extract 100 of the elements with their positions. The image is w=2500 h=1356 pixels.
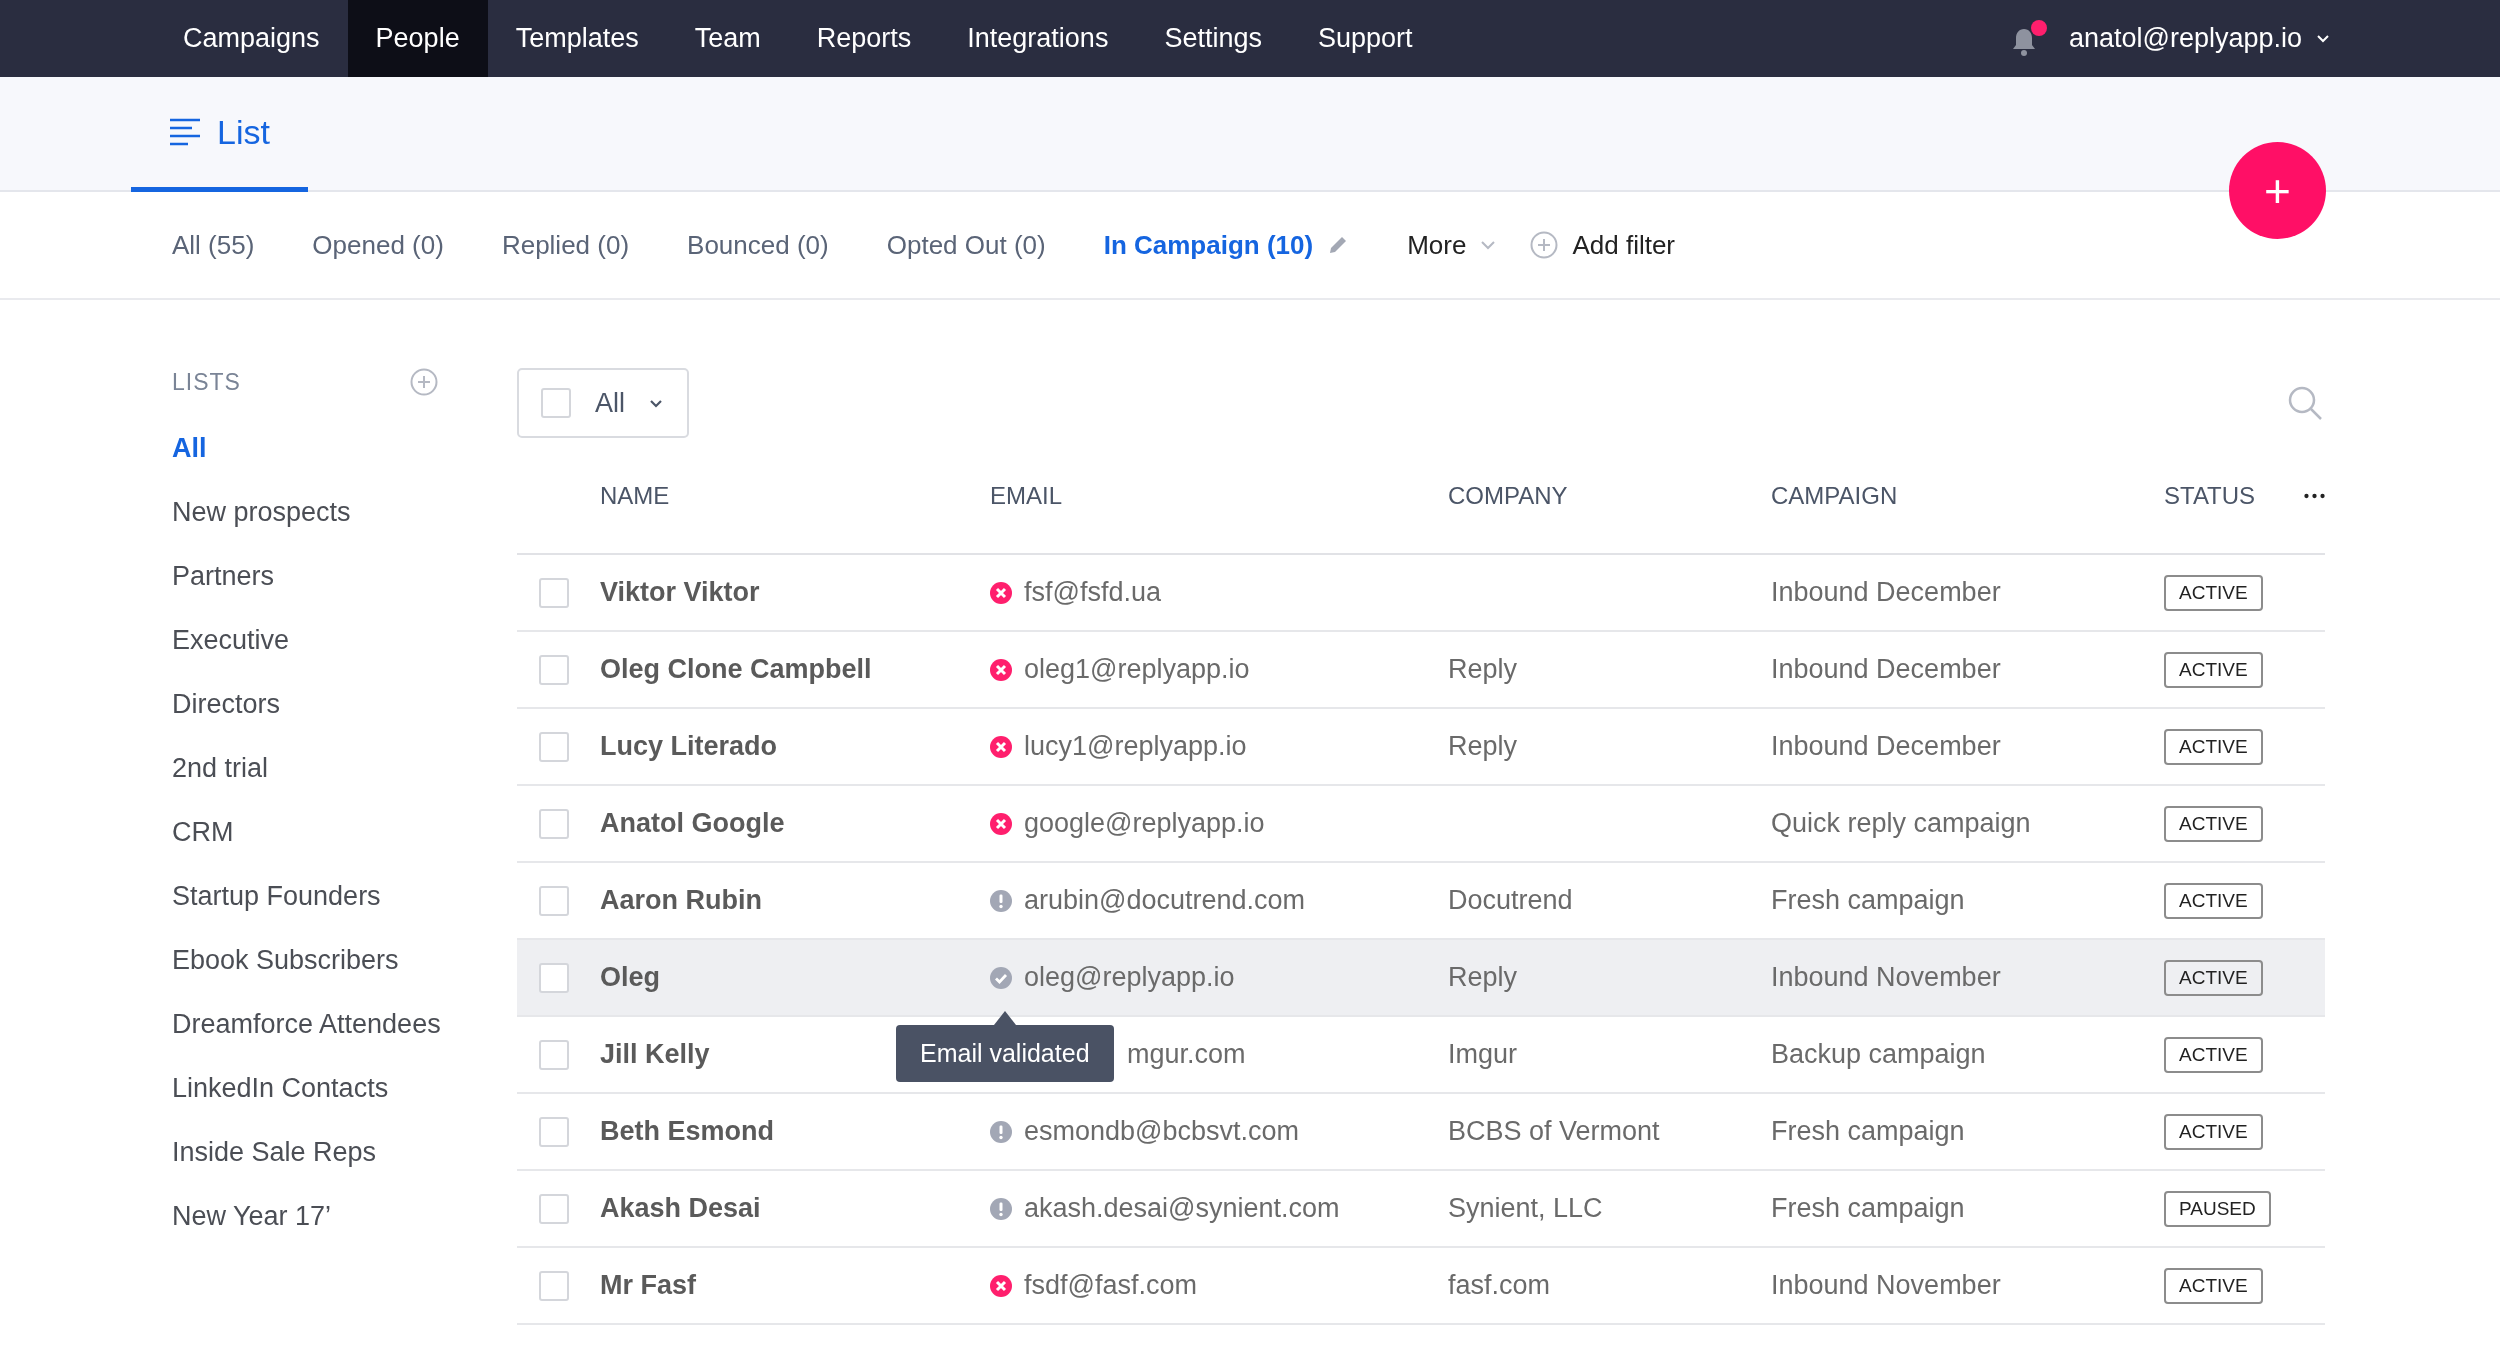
add-filter-button[interactable]: Add filter (1530, 229, 1676, 261)
checkbox[interactable] (539, 1193, 569, 1224)
filter-tab[interactable]: Opened (0) (312, 229, 444, 261)
company-text: fasf.com (1448, 1270, 1551, 1301)
tooltip-arrow (993, 1011, 1016, 1025)
person-name[interactable]: Akash Desai (600, 1193, 761, 1224)
nav-item[interactable]: Campaigns (155, 0, 348, 77)
company-text: Imgur (1448, 1039, 1518, 1070)
campaign-text: Inbound November (1771, 962, 2001, 993)
person-name[interactable]: Viktor Viktor (600, 577, 760, 608)
email-text: oleg1@replyapp.io (1024, 654, 1250, 685)
error-icon (990, 581, 1012, 604)
checkbox[interactable] (539, 1116, 569, 1147)
campaign-text: Inbound November (1771, 1270, 2001, 1301)
table-row[interactable]: Lucy Literado lucy1@replyapp.io Reply Inbound December ACTIVE (517, 709, 2325, 786)
list-view-tab[interactable]: List (131, 77, 308, 192)
filter-tab[interactable]: Replied (0) (501, 229, 630, 261)
filter-tab[interactable]: In Campaign (10) (1103, 229, 1350, 261)
sidebar-item[interactable]: Dreamforce Attendees (172, 992, 441, 1056)
sidebar-item[interactable]: New prospects (172, 480, 351, 544)
campaign-text: Quick reply campaign (1771, 808, 2031, 839)
sidebar-item[interactable]: 2nd trial (172, 736, 269, 800)
status-badge: ACTIVE (2164, 1036, 2263, 1073)
table-row[interactable]: Beth Esmond esmondb@bcbsvt.com BCBS of Vermont Fresh campaign ACTIVE (517, 1094, 2325, 1171)
sidebar-item[interactable]: Directors (172, 672, 280, 736)
filter-tab[interactable]: Opted Out (0) (886, 229, 1046, 261)
column-header[interactable]: COMPANY (1448, 481, 1568, 510)
select-all-dropdown[interactable]: All (517, 368, 689, 438)
status-badge: ACTIVE (2164, 1113, 2263, 1150)
sidebar-item[interactable]: Ebook Subscribers (172, 928, 399, 992)
table-row[interactable]: Mr Fasf fsdf@fasf.com fasf.com Inbound November ACTIVE (517, 1248, 2325, 1325)
filter-tab[interactable]: Bounced (0) (687, 229, 829, 261)
column-header[interactable]: STATUS (2164, 481, 2256, 510)
checkbox[interactable] (539, 885, 569, 916)
plus-circle-icon[interactable] (410, 368, 438, 396)
email-text: fsf@fsfd.ua (1024, 577, 1161, 608)
warning-icon (990, 889, 1012, 912)
nav-item[interactable]: Team (666, 0, 789, 77)
search-icon[interactable] (2287, 385, 2323, 421)
checkbox[interactable] (539, 962, 569, 993)
person-name[interactable]: Beth Esmond (600, 1116, 774, 1147)
person-name[interactable]: Oleg (600, 962, 660, 993)
column-header[interactable]: CAMPAIGN (1771, 481, 1898, 510)
error-icon (990, 735, 1012, 758)
table-row[interactable]: Oleg oleg@replyapp.io Reply Inbound November ACTIVE (517, 940, 2325, 1017)
checkbox[interactable] (539, 808, 569, 839)
person-name[interactable]: Anatol Google (600, 808, 785, 839)
company-text: Synient, LLC (1448, 1193, 1603, 1224)
caret-icon (1480, 240, 1497, 250)
status-badge: ACTIVE (2164, 959, 2263, 996)
user-menu[interactable]: anatol@replyapp.io (2068, 23, 2330, 54)
checkbox[interactable] (541, 388, 571, 418)
table-row[interactable]: Oleg Clone Campbell oleg1@replyapp.io Reply Inbound December ACTIVE (517, 632, 2325, 709)
checkbox[interactable] (539, 1039, 569, 1070)
sidebar-item[interactable]: CRM (172, 800, 234, 864)
sidebar-item[interactable]: All (172, 416, 207, 480)
email-text: mgur.com (1127, 1039, 1246, 1070)
sidebar-item[interactable]: Inside Sale Reps (172, 1120, 377, 1184)
column-header[interactable]: NAME (600, 481, 670, 510)
email-text: fsdf@fasf.com (1024, 1270, 1197, 1301)
table-row[interactable]: Akash Desai akash.desai@synient.com Synient, LLC Fresh campaign PAUSED (517, 1171, 2325, 1248)
status-badge: ACTIVE (2164, 574, 2263, 611)
error-icon (990, 658, 1012, 681)
more-icon[interactable] (2304, 491, 2325, 500)
nav-item[interactable]: Reports (788, 0, 940, 77)
person-name[interactable]: Lucy Literado (600, 731, 778, 762)
status-badge: ACTIVE (2164, 651, 2263, 688)
company-text: Reply (1448, 962, 1518, 993)
campaign-text: Fresh campaign (1771, 1116, 1965, 1147)
table-row[interactable]: Viktor Viktor fsf@fsfd.ua Inbound December ACTIVE (517, 555, 2325, 632)
sidebar-item[interactable]: Startup Founders (172, 864, 381, 928)
person-name[interactable]: Mr Fasf (600, 1270, 697, 1301)
more-dropdown[interactable]: More (1407, 229, 1497, 261)
status-badge: ACTIVE (2164, 728, 2263, 765)
filter-tab[interactable]: All (55) (172, 229, 255, 261)
list-icon (169, 118, 201, 146)
person-name[interactable]: Oleg Clone Campbell (600, 654, 872, 685)
checkbox[interactable] (539, 731, 569, 762)
column-header[interactable]: EMAIL (990, 481, 1063, 510)
add-button[interactable]: + (2229, 142, 2326, 239)
nav-item[interactable]: Support (1289, 0, 1441, 77)
checkbox[interactable] (539, 1270, 569, 1301)
table-row[interactable]: Anatol Google google@replyapp.io Quick reply campaign ACTIVE (517, 786, 2325, 863)
campaign-text: Fresh campaign (1771, 885, 1965, 916)
sidebar-item[interactable]: New Year 17’ (172, 1184, 332, 1248)
person-name[interactable]: Jill Kelly (600, 1039, 710, 1070)
person-name[interactable]: Aaron Rubin (600, 885, 762, 916)
email-text: google@replyapp.io (1024, 808, 1265, 839)
nav-item[interactable]: Settings (1136, 0, 1290, 77)
nav-item[interactable]: People (347, 0, 488, 77)
nav-item[interactable]: Integrations (939, 0, 1137, 77)
campaign-text: Inbound December (1771, 577, 2001, 608)
sidebar-item[interactable]: Partners (172, 544, 275, 608)
campaign-text: Fresh campaign (1771, 1193, 1965, 1224)
sidebar-item[interactable]: LinkedIn Contacts (172, 1056, 389, 1120)
campaign-text: Backup campaign (1771, 1039, 1986, 1070)
checkbox[interactable] (539, 577, 569, 608)
nav-item[interactable]: Templates (487, 0, 667, 77)
sidebar-item[interactable]: Executive (172, 608, 290, 672)
checkbox[interactable] (539, 654, 569, 685)
